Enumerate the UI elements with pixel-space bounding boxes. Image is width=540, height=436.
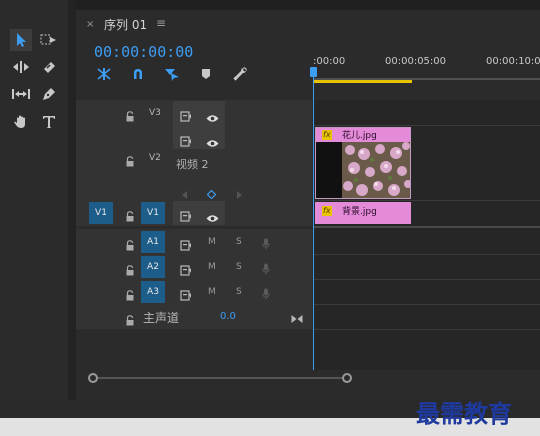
lock-icon[interactable] (125, 311, 135, 330)
solo-button[interactable]: S (236, 287, 242, 297)
track-target-v1[interactable]: V1 (141, 202, 165, 224)
hand-tool-icon[interactable] (10, 111, 32, 133)
eye-icon[interactable] (206, 108, 219, 127)
track-target-a1[interactable]: A1 (141, 231, 165, 253)
timeline-settings-wrench-icon[interactable] (231, 66, 249, 82)
clip-name: 花儿.jpg (342, 131, 377, 141)
track-header-master[interactable] (76, 304, 312, 329)
track-header-a1[interactable] (76, 229, 312, 254)
track-label-v3: V3 (149, 108, 161, 118)
ruler-label: 00:00:05:00 (385, 56, 447, 67)
track-divider (313, 125, 540, 126)
track-header-a2[interactable] (76, 254, 312, 279)
track-divider (313, 329, 540, 330)
clip-thumbnail (342, 142, 410, 198)
razor-tool-icon[interactable] (38, 56, 60, 78)
playhead-handle[interactable] (310, 67, 317, 77)
mute-button[interactable]: M (208, 262, 216, 272)
solo-button[interactable]: S (236, 262, 242, 272)
zoom-scrollbar[interactable] (93, 377, 347, 379)
pen-tool-icon[interactable] (38, 83, 60, 105)
selection-tool-icon[interactable] (10, 29, 32, 51)
tools-panel (0, 0, 68, 400)
sync-lock-icon[interactable] (180, 107, 192, 126)
video-audio-divider (313, 226, 540, 228)
track-divider (313, 200, 540, 201)
lock-icon[interactable] (125, 286, 135, 305)
track-divider (313, 304, 540, 305)
fx-badge: fx (322, 206, 332, 216)
microphone-icon[interactable] (262, 260, 270, 279)
panel-top-strip (76, 0, 540, 10)
slip-tool-icon[interactable] (10, 83, 32, 105)
mute-button[interactable]: M (208, 287, 216, 297)
fx-badge: fx (322, 130, 332, 140)
prev-keyframe-icon[interactable] (182, 184, 188, 203)
lock-icon[interactable] (125, 261, 135, 280)
sync-lock-icon[interactable] (180, 261, 192, 280)
scrollbar-left-handle[interactable] (88, 373, 98, 383)
track-divider (313, 254, 540, 255)
playhead-line[interactable] (313, 70, 314, 370)
sync-lock-icon[interactable] (180, 286, 192, 305)
add-marker-icon[interactable] (197, 66, 215, 82)
add-keyframe-icon[interactable] (206, 184, 217, 203)
microphone-icon[interactable] (262, 285, 270, 304)
lock-icon[interactable] (125, 236, 135, 255)
track-label-v2: V2 (149, 153, 161, 163)
track-select-tool-icon[interactable] (38, 29, 60, 51)
scrollbar-right-handle[interactable] (342, 373, 352, 383)
sequence-tab[interactable]: 序列 01 (104, 16, 147, 33)
track-header-a3[interactable] (76, 279, 312, 304)
linked-selection-icon[interactable] (163, 66, 181, 82)
ripple-edit-tool-icon[interactable] (10, 56, 32, 78)
lock-icon[interactable] (125, 207, 135, 226)
master-volume-value[interactable]: 0.0 (220, 311, 236, 322)
insert-sequence-nest-icon[interactable] (95, 66, 113, 82)
track-divider (313, 279, 540, 280)
work-area-bar[interactable] (313, 80, 412, 83)
master-track-label: 主声道 (143, 311, 180, 325)
sync-lock-icon[interactable] (180, 132, 192, 151)
lock-icon[interactable] (125, 152, 135, 171)
tab-close-button[interactable]: × (86, 19, 94, 30)
sync-lock-icon[interactable] (180, 236, 192, 255)
ruler-label: 00:00:10:00 (486, 56, 540, 67)
track-target-a3[interactable]: A3 (141, 281, 165, 303)
type-tool-icon[interactable] (38, 111, 60, 133)
microphone-icon[interactable] (262, 235, 270, 254)
snap-icon[interactable] (129, 66, 147, 82)
eye-icon[interactable] (206, 133, 219, 152)
clip-name: 背景.jpg (342, 207, 377, 217)
mute-button[interactable]: M (208, 237, 216, 247)
lock-icon[interactable] (125, 107, 135, 126)
source-patch-v1[interactable]: V1 (89, 202, 113, 224)
sync-lock-icon[interactable] (180, 207, 192, 226)
panel-menu-button[interactable]: ≡ (156, 16, 166, 30)
watermark-logo: 最需教育 (416, 399, 512, 428)
next-keyframe-icon[interactable] (236, 184, 242, 203)
ruler-label: :00:00 (313, 56, 346, 67)
track-target-a2[interactable]: A2 (141, 256, 165, 278)
eye-icon[interactable] (206, 208, 219, 227)
playhead-timecode[interactable]: 00:00:00:00 (94, 43, 193, 61)
track-name-v2[interactable]: 视频 2 (176, 156, 209, 172)
solo-button[interactable]: S (236, 237, 242, 247)
jump-to-edit-icon[interactable] (291, 309, 303, 328)
